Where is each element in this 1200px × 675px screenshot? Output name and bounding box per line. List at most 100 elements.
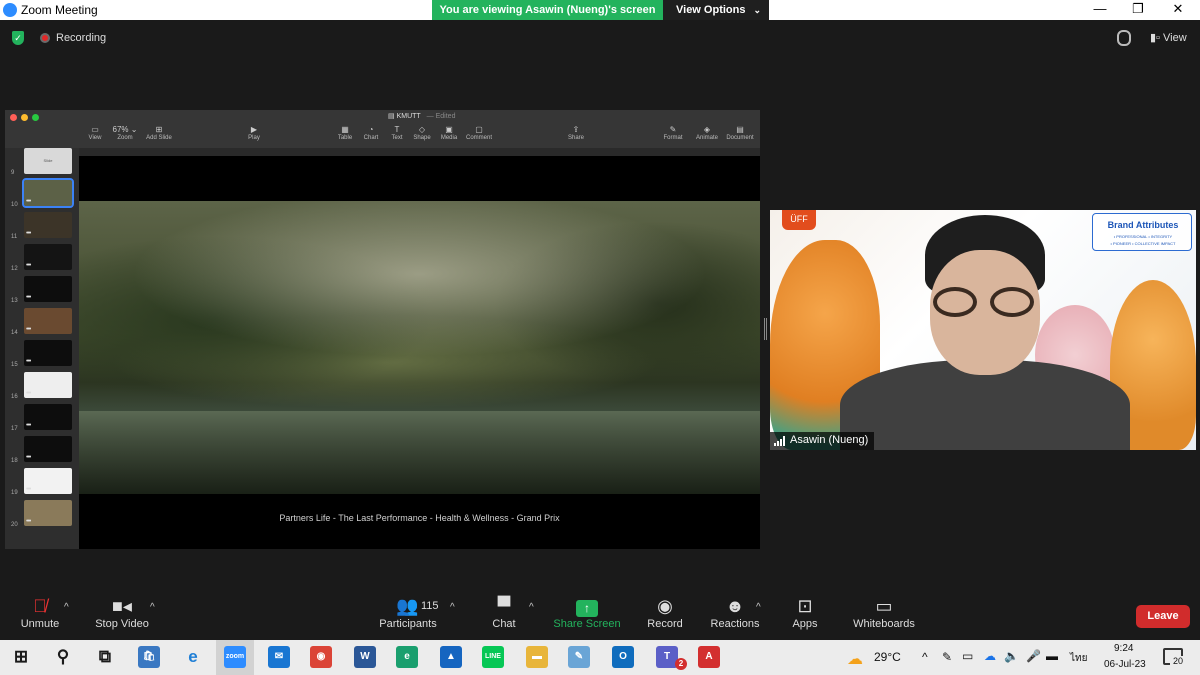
video-camera-icon: ■◂ xyxy=(112,596,132,616)
slide-thumbnail[interactable]: Slide xyxy=(24,148,72,174)
slide-thumbnail[interactable] xyxy=(24,500,72,526)
brand-attributes-subtitle: • PROFESSIONAL • INTEGRITY • PIONEER • C… xyxy=(1093,233,1193,247)
acrobat-icon[interactable]: A xyxy=(698,646,720,668)
slide-thumbnail[interactable] xyxy=(24,436,72,462)
restore-button[interactable]: ❐ xyxy=(1118,0,1158,20)
slide-more-icon[interactable]: ••• xyxy=(26,262,31,269)
keynote-play-button[interactable]: ▶ Play xyxy=(236,125,272,141)
slide-thumbnail[interactable] xyxy=(22,178,74,208)
brand-logo-badge: ÜFF xyxy=(782,210,816,230)
split-resize-handle[interactable] xyxy=(764,318,767,340)
weather-icon[interactable]: ☁ xyxy=(847,649,863,669)
internet-explorer-icon[interactable]: e xyxy=(182,646,204,668)
slide-more-icon[interactable]: ••• xyxy=(26,454,31,461)
slide-thumbnail[interactable] xyxy=(24,372,72,398)
reactions-button[interactable]: ☻ Reactions xyxy=(709,594,761,630)
close-button[interactable]: ✕ xyxy=(1158,0,1198,20)
keynote-zoom-button[interactable]: 67% ⌄ Zoom xyxy=(107,125,143,141)
slide-more-icon[interactable]: ••• xyxy=(26,518,31,525)
meeting-controls: 🎙̸ Unmute ^ ■◂ Stop Video ^ 👥 Participan… xyxy=(0,590,1200,640)
slide-more-icon[interactable]: ••• xyxy=(26,422,31,429)
keynote-animate-button[interactable]: ◈ Animate xyxy=(689,125,725,141)
mail-icon[interactable]: ✉ xyxy=(268,646,290,668)
apps-button[interactable]: ⊡ Apps xyxy=(790,594,820,630)
slide-thumbnail[interactable] xyxy=(24,276,72,302)
chrome-icon[interactable]: ◉ xyxy=(310,646,332,668)
pen-icon[interactable]: ✎ xyxy=(942,650,952,664)
network-icon[interactable]: ▬ xyxy=(1046,649,1058,663)
line-icon[interactable]: LINE xyxy=(482,646,504,668)
keynote-tool-label: Format xyxy=(663,135,683,141)
display-icon[interactable]: ▭ xyxy=(962,649,973,663)
keynote-share-button[interactable]: ⇪ Share xyxy=(558,125,594,141)
windows-icon[interactable]: ⊞ xyxy=(10,646,32,668)
immersive-view-icon[interactable] xyxy=(1117,30,1131,46)
file-explorer-icon[interactable]: ▬ xyxy=(526,646,548,668)
onedrive-icon[interactable]: ☁ xyxy=(984,649,996,663)
minimize-button[interactable]: — xyxy=(1080,0,1120,20)
audio-options-caret-icon[interactable]: ^ xyxy=(64,602,69,613)
shared-screen[interactable]: ▤ KMUTT — Edited ▭ View 67% ⌄ Zoom ⊞ Add Slide… xyxy=(5,110,760,549)
video-options-caret-icon[interactable]: ^ xyxy=(150,602,155,613)
photos-icon[interactable]: ▲ xyxy=(440,646,462,668)
reactions-options-caret-icon[interactable]: ^ xyxy=(756,602,761,613)
slide-more-icon[interactable]: ••• xyxy=(26,390,31,397)
clock-time[interactable]: 9:24 xyxy=(1114,643,1133,654)
slide-more-icon[interactable]: ••• xyxy=(26,294,31,301)
input-language[interactable]: ไทย xyxy=(1070,651,1087,666)
view-button[interactable]: ▮▫ View xyxy=(1150,31,1187,44)
store-icon[interactable]: 🛍 xyxy=(138,646,160,668)
mac-close-icon xyxy=(10,114,17,121)
unmute-button[interactable]: 🎙̸ Unmute xyxy=(18,594,62,630)
slide-thumbnail[interactable] xyxy=(24,212,72,238)
glasses-left xyxy=(933,287,977,317)
slide-more-icon[interactable]: ••• xyxy=(26,486,31,493)
weather-temperature[interactable]: 29°C xyxy=(874,650,901,664)
slide-thumbnail[interactable] xyxy=(24,308,72,334)
leave-button[interactable]: Leave xyxy=(1136,605,1190,628)
record-icon: ◉ xyxy=(657,596,673,616)
windows-taskbar: ⊞ ⚲ ⧉ 🛍 e zoom ✉ ◉ We ▲ LINE ▬ ✎ O T A 2 ☁ 29°C ^ ✎ ▭ ☁… xyxy=(0,640,1200,675)
outlook-icon[interactable]: O xyxy=(612,646,634,668)
keynote-tool-label: Share xyxy=(567,135,584,141)
volume-icon[interactable]: 🔈 xyxy=(1004,649,1019,663)
clock-date[interactable]: 06-Jul-23 xyxy=(1104,659,1146,670)
search-icon[interactable]: ⚲ xyxy=(52,646,74,668)
chat-options-caret-icon[interactable]: ^ xyxy=(529,602,534,613)
microphone-icon[interactable]: 🎤 xyxy=(1026,649,1041,663)
keynote-tool-label: Table xyxy=(337,135,353,141)
notification-count: 20 xyxy=(1170,656,1186,670)
zoom-app-icon[interactable]: zoom xyxy=(224,646,246,668)
participants-options-caret-icon[interactable]: ^ xyxy=(450,602,455,613)
brand-attributes-line-1: • PROFESSIONAL • INTEGRITY xyxy=(1113,234,1173,239)
word-icon[interactable]: W xyxy=(354,646,376,668)
share-screen-button[interactable]: ↑ Share Screen xyxy=(553,594,621,630)
slide-thumbnail[interactable] xyxy=(24,468,72,494)
notes-icon[interactable]: ✎ xyxy=(568,646,590,668)
record-button[interactable]: ◉ Record xyxy=(644,594,686,630)
security-shield-icon[interactable]: ✓ xyxy=(12,31,24,45)
keynote-format-button[interactable]: ✎ Format xyxy=(655,125,691,141)
task-view-icon[interactable]: ⧉ xyxy=(94,646,116,668)
whiteboards-button[interactable]: ▭ Whiteboards xyxy=(852,594,916,630)
slide-more-icon[interactable]: ••• xyxy=(26,198,31,205)
keynote-add-slide-button[interactable]: ⊞ Add Slide xyxy=(141,125,177,141)
brand-attributes-banner: Brand Attributes • PROFESSIONAL • INTEGR… xyxy=(1092,213,1192,251)
share-icon: ⇪ xyxy=(572,125,580,134)
keynote-comment-button[interactable]: ▢ Comment xyxy=(461,125,497,141)
slide-more-icon[interactable]: ••• xyxy=(26,230,31,237)
stop-video-button[interactable]: ■◂ Stop Video xyxy=(92,594,152,630)
show-hidden-icons-icon[interactable]: ^ xyxy=(922,650,928,664)
slide-thumbnail[interactable] xyxy=(24,244,72,270)
edge-icon[interactable]: e xyxy=(396,646,418,668)
slide-more-icon[interactable]: ••• xyxy=(26,326,31,333)
participant-video[interactable]: ÜFF Brand Attributes • PROFESSIONAL • IN… xyxy=(770,210,1196,450)
keynote-document-button[interactable]: ▤ Document xyxy=(722,125,758,141)
slide-thumbnail[interactable] xyxy=(24,340,72,366)
participant-person xyxy=(840,215,1130,450)
mac-zoom-icon xyxy=(32,114,39,121)
slide-thumbnail[interactable] xyxy=(24,404,72,430)
chat-button[interactable]: ▀ Chat xyxy=(488,594,520,630)
slide-more-icon[interactable]: ••• xyxy=(26,358,31,365)
view-options-button[interactable]: View Options ⌄ xyxy=(663,0,769,20)
